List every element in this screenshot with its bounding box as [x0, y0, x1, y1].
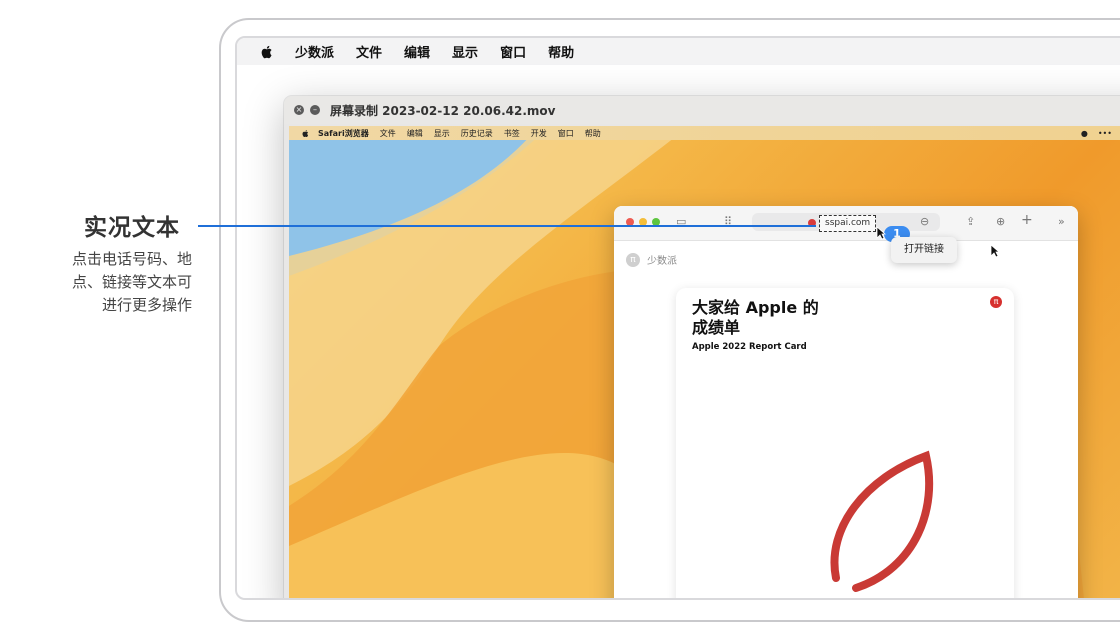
annotation-line: 点、链接等文本可 [71, 273, 192, 291]
menubar-item-view[interactable]: 显示 [452, 42, 478, 61]
menubar-item-help[interactable]: 帮助 [548, 42, 574, 61]
url-live-text-selection[interactable]: sspai.com [819, 215, 877, 232]
inner-menubar-item: 显示 [433, 128, 450, 138]
video-frame: Safari浏览器 文件 编辑 显示 历史记录 书签 开发 窗口 帮助 ● ••… [289, 126, 1120, 598]
more-options-icon[interactable]: ⊖ [920, 215, 929, 228]
safari-toolbar: ▭ ⠿ sspai.com ⊖ ⇪ ⊕ + » 1 [614, 206, 1078, 242]
inner-menubar-item: 开发 [530, 128, 547, 138]
player-titlebar: × – 屏幕录制 2023-02-12 20.06.42.mov [284, 96, 1120, 124]
inner-menubar-app-name: Safari浏览器 [318, 128, 369, 138]
tab-list-icon[interactable]: » [1058, 215, 1065, 228]
menubar-item-window[interactable]: 窗口 [500, 42, 526, 61]
site-name: 少数派 [647, 256, 677, 267]
record-icon: ● [1080, 128, 1088, 138]
inner-menubar-item: 历史记录 [460, 128, 493, 138]
inner-menubar: Safari浏览器 文件 编辑 显示 历史记录 书签 开发 窗口 帮助 ● ••… [289, 126, 1120, 140]
apple-logo-icon[interactable] [259, 44, 275, 60]
more-icon: ••• [1097, 128, 1112, 138]
mouse-pointer-icon [990, 244, 1000, 258]
inner-menubar-item: 窗口 [557, 128, 574, 138]
minimize-icon[interactable]: – [310, 105, 320, 115]
inner-menubar-item: 帮助 [584, 128, 601, 138]
menubar-item-file[interactable]: 文件 [356, 42, 382, 61]
inner-status-icons: ● ••• ▭ ⌕ ◐ ◎ [1081, 126, 1120, 140]
apple-leaf-graphic [830, 450, 934, 592]
inner-menubar-item: 书签 [503, 128, 520, 138]
annotation-title: 实况文本 [84, 215, 180, 241]
menubar-item-edit[interactable]: 编辑 [404, 42, 430, 61]
callout-line [198, 225, 816, 227]
share-icon[interactable]: ⇪ [966, 215, 975, 228]
player-title: 屏幕录制 2023-02-12 20.06.42.mov [330, 103, 556, 118]
inner-menubar-item: 编辑 [406, 128, 423, 138]
site-header[interactable]: π 少数派 [626, 252, 677, 267]
new-tab-icon[interactable]: + [1021, 212, 1033, 228]
annotation-line: 进行更多操作 [101, 296, 192, 314]
menubar-app-name[interactable]: 少数派 [295, 42, 334, 61]
laptop-screen: 少数派 文件 编辑 显示 窗口 帮助 × – 屏幕录制 2023-02-12 2… [235, 36, 1120, 600]
safari-window: ▭ ⠿ sspai.com ⊖ ⇪ ⊕ + » 1 打开链接 π 少数派 大家给… [614, 206, 1078, 598]
apple-logo-icon [302, 129, 309, 137]
article-card[interactable]: 大家给 Apple 的成绩单 Apple 2022 Report Card π [676, 288, 1014, 598]
outer-menubar: 少数派 文件 编辑 显示 窗口 帮助 [237, 38, 1120, 65]
close-icon[interactable]: × [294, 105, 304, 115]
inner-menubar-item: 文件 [379, 128, 396, 138]
download-icon[interactable]: ⊕ [996, 215, 1005, 228]
mouse-pointer-icon [876, 226, 886, 240]
site-logo: π [626, 252, 640, 267]
annotation-line: 点击电话号码、地 [71, 250, 192, 268]
annotation-description: 点击电话号码、地 点、链接等文本可 进行更多操作 [22, 248, 192, 317]
open-link-popup[interactable]: 打开链接 [891, 237, 957, 263]
quicktime-player-window: × – 屏幕录制 2023-02-12 20.06.42.mov Safari浏… [284, 96, 1120, 598]
